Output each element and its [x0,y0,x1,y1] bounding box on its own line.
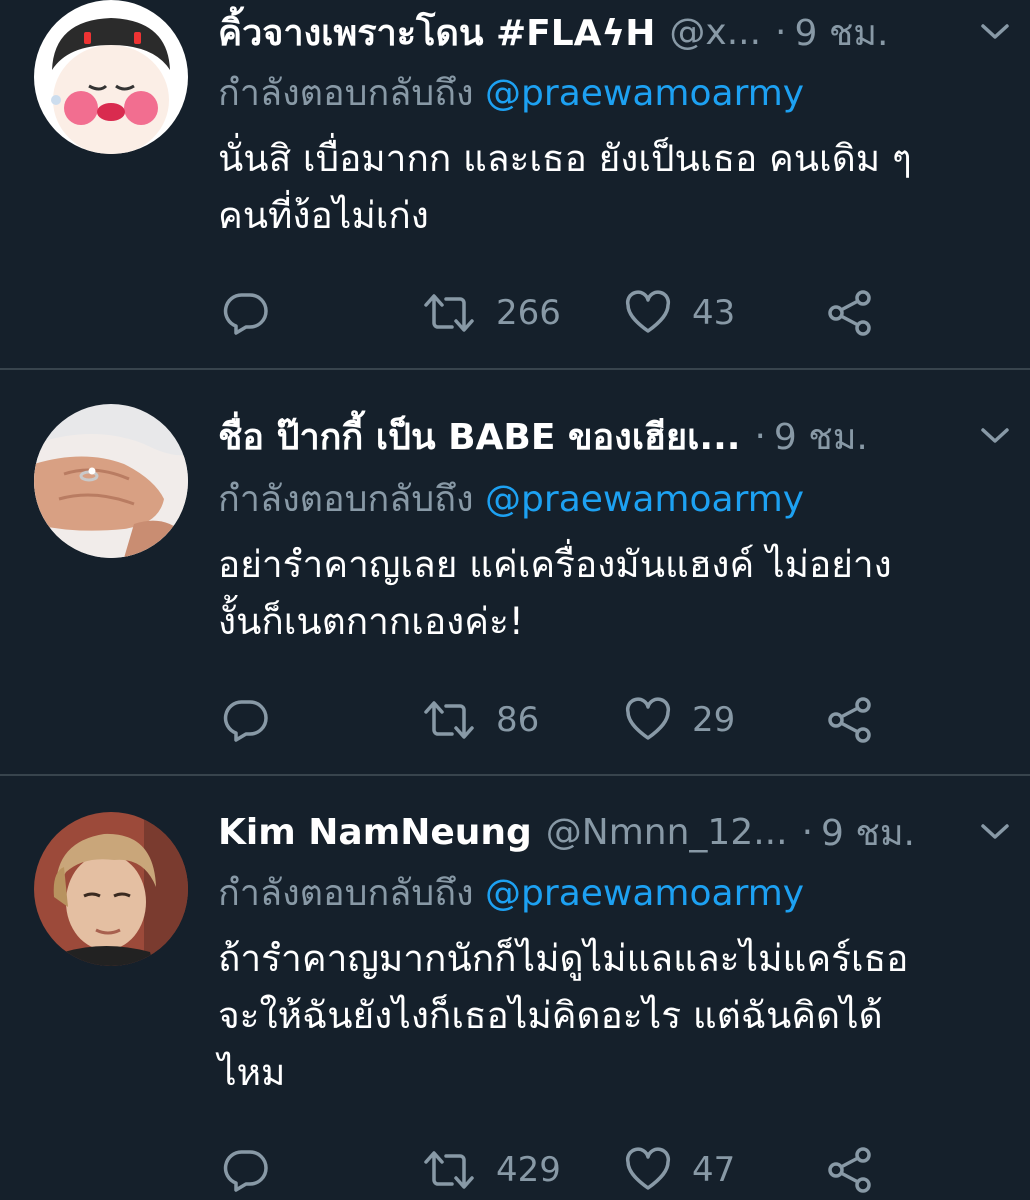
like-count: 29 [692,700,736,740]
retweet-button[interactable]: 86 [422,690,539,750]
replying-to-label: กำลังตอบกลับถึง [218,873,474,914]
user-handle[interactable]: @Nmnn_12... [546,812,788,853]
retweet-count: 266 [496,293,561,333]
separator-dot: · [754,415,766,457]
chevron-down-icon[interactable] [966,822,1010,842]
reply-icon [223,700,268,742]
tweet-text-line: นั่นสิ เบื่อมากก และเธอ ยังเป็นเธอ คนเดิ… [218,137,912,180]
display-name[interactable]: ชื่อ ป๊ากกี้ เป็น BABE ของเฮียเ... [218,408,740,465]
like-button[interactable]: 47 [624,1140,735,1200]
heart-icon [625,290,671,333]
mention-link[interactable]: @praewamoarmy [485,873,804,914]
display-name[interactable]: Kim NamNeung [218,812,532,853]
tweet-text: อย่ารำคาญเลย แค่เครื่องมันแฮงค์ ไม่อย่าง… [218,536,998,650]
tweet-text: นั่นสิ เบื่อมากก และเธอ ยังเป็นเธอ คนเดิ… [218,130,998,244]
tweet-header: Kim NamNeung @Nmnn_12... · 9 ชม. [218,802,1010,862]
retweet-count: 429 [496,1150,561,1190]
reply-icon [223,293,268,335]
tweet-actions: 266 43 [218,283,898,343]
ring-hand-avatar-icon [34,404,188,558]
user-handle[interactable]: @x... [669,12,761,53]
retweet-button[interactable]: 429 [422,1140,561,1200]
replying-to-label: กำลังตอบกลับถึง [218,73,474,114]
portrait-photo-avatar-icon [34,812,188,966]
mention-link[interactable]: @praewamoarmy [485,479,804,520]
cartoon-face-avatar-icon [34,0,188,154]
avatar[interactable] [34,404,188,558]
tweet[interactable]: Kim NamNeung @Nmnn_12... · 9 ชม. กำลังตอ… [0,776,1030,1200]
timestamp[interactable]: 9 ชม. [795,4,889,61]
tweet-actions: 86 29 [218,690,898,750]
replying-to: กำลังตอบกลับถึง @praewamoarmy [218,64,804,114]
tweet-text-line: จะให้ฉันยังไงก็เธอไม่คิดอะไร แต่ฉันคิดได… [218,994,883,1037]
retweet-icon [424,1151,474,1189]
chevron-down-icon[interactable] [966,22,1010,42]
share-button[interactable] [826,690,874,750]
tweet-text: ถ้ารำคาญมากนักก็ไม่ดูไม่แลและไม่แคร์เธอ … [218,930,998,1101]
tweet-text-line: คนที่ง้อไม่เก่ง [218,194,429,237]
reply-button[interactable] [222,283,270,343]
mention-link[interactable]: @praewamoarmy [485,73,804,114]
heart-icon [625,697,671,740]
tweet-text-line: ถ้ารำคาญมากนักก็ไม่ดูไม่แลและไม่แคร์เธอ [218,937,909,980]
timestamp[interactable]: 9 ชม. [821,804,915,861]
tweet-text-line: อย่ารำคาญเลย แค่เครื่องมันแฮงค์ ไม่อย่าง [218,543,892,586]
avatar[interactable] [34,0,188,154]
like-button[interactable]: 29 [624,690,735,750]
reply-button[interactable] [222,1140,270,1200]
share-button[interactable] [826,1140,874,1200]
share-button[interactable] [826,283,874,343]
like-button[interactable]: 43 [624,283,735,343]
share-icon [828,1147,871,1193]
separator-dot: · [775,11,787,53]
tweet-text-line: ไหม [218,1051,286,1094]
separator-dot: · [801,811,814,853]
avatar[interactable] [34,812,188,966]
tweet[interactable]: ชื่อ ป๊ากกี้ เป็น BABE ของเฮียเ... · 9 ช… [0,370,1030,774]
share-icon [828,697,871,743]
like-count: 43 [692,293,736,333]
heart-icon [625,1147,671,1190]
display-name[interactable]: คิ้วจางเพราะโดน #FLAϟH [218,4,655,61]
timestamp[interactable]: 9 ชม. [774,408,868,465]
retweet-count: 86 [496,700,540,740]
tweet-text-line: งั้นก็เนตกากเองค่ะ! [218,600,524,643]
replying-to: กำลังตอบกลับถึง @praewamoarmy [218,864,804,914]
reply-icon [223,1150,268,1192]
replying-to: กำลังตอบกลับถึง @praewamoarmy [218,470,804,520]
retweet-button[interactable]: 266 [422,283,561,343]
share-icon [828,290,871,336]
reply-button[interactable] [222,690,270,750]
tweet[interactable]: คิ้วจางเพราะโดน #FLAϟH @x... · 9 ชม. กำล… [0,0,1030,368]
reply-timeline: คิ้วจางเพราะโดน #FLAϟH @x... · 9 ชม. กำล… [0,0,1030,1200]
chevron-down-icon[interactable] [966,426,1010,446]
replying-to-label: กำลังตอบกลับถึง [218,479,474,520]
tweet-header: ชื่อ ป๊ากกี้ เป็น BABE ของเฮียเ... · 9 ช… [218,406,1010,466]
tweet-header: คิ้วจางเพราะโดน #FLAϟH @x... · 9 ชม. [218,2,1010,62]
retweet-icon [424,701,474,739]
retweet-icon [424,294,474,332]
like-count: 47 [692,1150,736,1190]
tweet-actions: 429 47 [218,1140,898,1200]
